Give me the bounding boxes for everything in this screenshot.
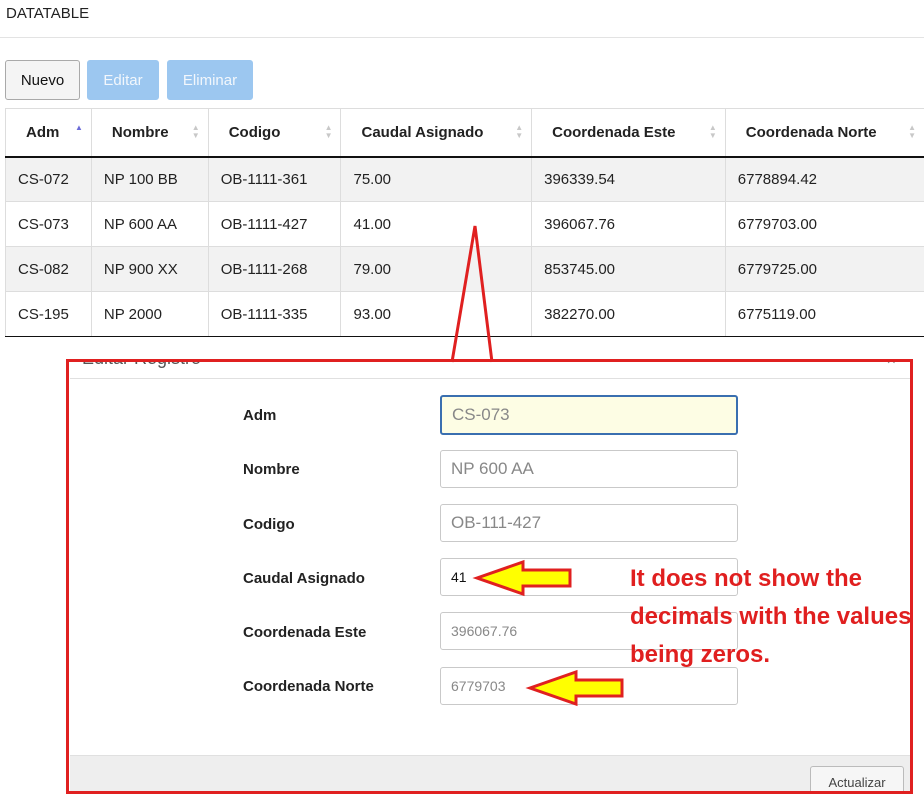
table-row[interactable]: CS-073 NP 600 AA OB-1111-427 41.00 39606…	[5, 201, 924, 247]
caudal-value: 41	[451, 569, 467, 585]
column-header-adm[interactable]: Adm ▲	[5, 108, 92, 158]
sort-icon: ▲ ▼	[515, 123, 524, 140]
delete-button[interactable]: Eliminar	[167, 60, 253, 100]
modal-footer: Actualizar	[70, 755, 910, 792]
column-header-label: Adm	[26, 123, 60, 141]
table-cell: CS-073	[5, 201, 92, 247]
table-cell: NP 900 XX	[90, 246, 209, 292]
data-table: Adm ▲ Nombre ▲ ▼ Codigo ▲ ▼ Caudal Asignado ▲ ▼…	[5, 108, 924, 337]
close-icon[interactable]: ×	[887, 360, 896, 370]
column-header-codigo[interactable]: Codigo ▲ ▼	[207, 108, 341, 158]
table-cell: OB-1111-335	[207, 291, 341, 337]
adm-value: CS-073	[452, 405, 510, 424]
table-row[interactable]: CS-195 NP 2000 OB-1111-335 93.00 382270.…	[5, 291, 924, 337]
codigo-input[interactable]: OB-111-427	[440, 504, 738, 542]
table-cell: 6779725.00	[724, 246, 924, 292]
table-row[interactable]: CS-082 NP 900 XX OB-1111-268 79.00 85374…	[5, 246, 924, 292]
modal-title: Editar Registro	[82, 360, 201, 369]
field-label-este: Coordenada Este	[243, 624, 367, 641]
title-divider	[0, 37, 924, 38]
este-value: 396067.76	[451, 623, 518, 639]
column-header-norte[interactable]: Coordenada Norte ▲ ▼	[724, 108, 924, 158]
field-label-caudal: Caudal Asignado	[243, 570, 365, 587]
table-cell: 6778894.42	[724, 156, 924, 202]
table-cell: 75.00	[340, 156, 532, 202]
sort-icon: ▲ ▼	[908, 123, 916, 140]
table-cell: 853745.00	[531, 246, 726, 292]
sort-icon: ▲ ▼	[708, 123, 717, 140]
table-cell: CS-082	[5, 246, 92, 292]
codigo-value: OB-111-427	[451, 513, 542, 532]
table-cell: 79.00	[340, 246, 532, 292]
column-header-label: Codigo	[228, 123, 281, 141]
table-cell: OB-1111-427	[207, 201, 341, 247]
column-header-nombre[interactable]: Nombre ▲ ▼	[90, 108, 209, 158]
field-label-adm: Adm	[243, 407, 277, 424]
table-cell: 41.00	[340, 201, 532, 247]
adm-input[interactable]: CS-073	[440, 395, 738, 435]
table-cell: 396339.54	[531, 156, 726, 202]
table-cell: CS-072	[5, 156, 92, 202]
edit-button[interactable]: Editar	[87, 60, 159, 100]
nombre-input[interactable]: NP 600 AA	[440, 450, 738, 488]
column-header-label: Caudal Asignado	[361, 123, 484, 141]
table-cell: 382270.00	[531, 291, 726, 337]
table-cell: CS-195	[5, 291, 92, 337]
field-label-nombre: Nombre	[243, 461, 300, 478]
column-header-label: Coordenada Este	[552, 123, 676, 141]
field-label-codigo: Codigo	[243, 516, 295, 533]
column-header-caudal[interactable]: Caudal Asignado ▲ ▼	[340, 108, 532, 158]
modal-header: Editar Registro ×	[70, 360, 910, 379]
table-cell: 396067.76	[531, 201, 726, 247]
column-header-este[interactable]: Coordenada Este ▲ ▼	[531, 108, 726, 158]
column-header-label: Coordenada Norte	[745, 123, 877, 141]
update-button[interactable]: Actualizar	[810, 766, 904, 792]
norte-value: 6779703	[451, 678, 506, 694]
table-cell: OB-1111-268	[207, 246, 341, 292]
table-cell: 6779703.00	[724, 201, 924, 247]
page-title: DATATABLE	[6, 5, 90, 22]
table-cell: OB-1111-361	[207, 156, 341, 202]
table-cell: NP 600 AA	[90, 201, 209, 247]
table-cell: 93.00	[340, 291, 532, 337]
annotation-note: It does not show the decimals with the v…	[630, 565, 912, 668]
table-cell: NP 100 BB	[90, 156, 209, 202]
blank-area	[210, 710, 505, 732]
table-header-row: Adm ▲ Nombre ▲ ▼ Codigo ▲ ▼ Caudal Asignado ▲ ▼…	[5, 108, 924, 158]
table-row[interactable]: CS-072 NP 100 BB OB-1111-361 75.00 39633…	[5, 156, 924, 202]
nombre-value: NP 600 AA	[451, 459, 534, 478]
column-header-label: Nombre	[111, 123, 169, 141]
sort-icon: ▲	[74, 123, 83, 132]
new-button[interactable]: Nuevo	[5, 60, 80, 100]
table-cell: NP 2000	[90, 291, 209, 337]
sort-icon: ▲ ▼	[324, 123, 333, 140]
sort-icon: ▲ ▼	[191, 123, 200, 140]
field-label-norte: Coordenada Norte	[243, 678, 374, 695]
table-cell: 6775119.00	[724, 291, 924, 337]
